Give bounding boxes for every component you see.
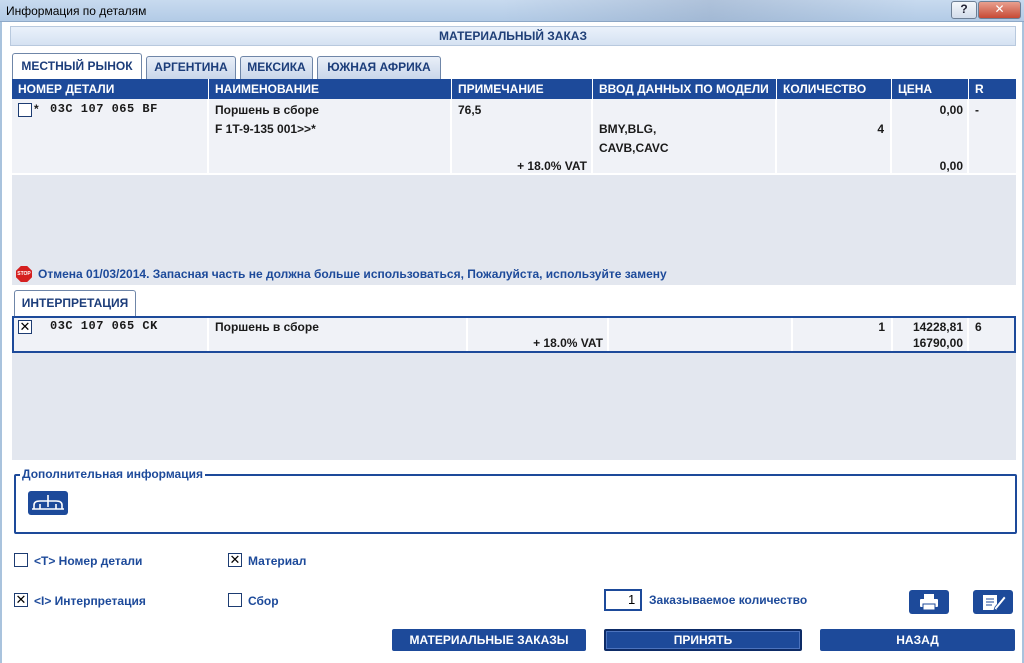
cell-model-data: BMY,BLG, CAVB,CAVC bbox=[593, 99, 777, 175]
help-button[interactable]: ? bbox=[951, 1, 977, 19]
warning-text: Отмена 01/03/2014. Запасная часть не дол… bbox=[38, 267, 667, 281]
cell-part-number: ✕ 03C 107 065 CK bbox=[14, 318, 209, 351]
cell-part-number: * 03C 107 065 BF bbox=[12, 99, 209, 175]
additional-info-group: Дополнительная информация bbox=[14, 467, 1017, 534]
replacement-r: 6 bbox=[975, 320, 982, 334]
accept-button[interactable]: ПРИНЯТЬ bbox=[604, 629, 802, 651]
additional-info-label: Дополнительная информация bbox=[20, 467, 205, 481]
table-row[interactable]: ✕ 03C 107 065 CK Поршень в сборе + 18.0%… bbox=[12, 316, 1016, 353]
replacement-quantity: 1 bbox=[878, 320, 885, 334]
part-number: 03C 107 065 BF bbox=[50, 102, 158, 116]
model-codes-1: BMY,BLG, bbox=[599, 122, 657, 136]
printer-icon bbox=[920, 594, 938, 611]
order-quantity-label: Заказываемое количество bbox=[649, 593, 808, 607]
col-part-number[interactable]: НОМЕР ДЕТАЛИ bbox=[12, 79, 209, 99]
order-quantity-input[interactable]: 1 bbox=[604, 589, 642, 611]
col-quantity[interactable]: КОЛИЧЕСТВО bbox=[777, 79, 892, 99]
col-model-data[interactable]: ВВОД ДАННЫХ ПО МОДЕЛИ bbox=[593, 79, 777, 99]
part-number-checkbox[interactable] bbox=[14, 553, 28, 567]
interpretation-checkbox[interactable]: ✕ bbox=[14, 593, 28, 607]
table-row[interactable]: * 03C 107 065 BF Поршень в сборе F 1T-9-… bbox=[12, 99, 1016, 175]
model-codes-2: CAVB,CAVC bbox=[599, 141, 669, 155]
part-name-code: F 1T-9-135 001>>* bbox=[215, 122, 316, 136]
row-checkbox[interactable] bbox=[18, 103, 32, 117]
titlebar-background-blur bbox=[500, 0, 920, 22]
replacement-price-vat: 16790,00 bbox=[912, 336, 963, 350]
col-note[interactable]: ПРИМЕЧАНИЕ bbox=[452, 79, 593, 99]
quantity-value: 4 bbox=[877, 122, 884, 136]
tab-south-africa[interactable]: ЮЖНАЯ АФРИКА bbox=[317, 56, 441, 79]
cancellation-warning: STOP Отмена 01/03/2014. Запасная часть н… bbox=[14, 266, 1014, 284]
window-title: Информация по деталям bbox=[6, 4, 147, 18]
cell-price: 14228,81 16790,00 bbox=[893, 318, 969, 351]
window-titlebar: Информация по деталям ? ✕ bbox=[0, 0, 1024, 22]
material-orders-button[interactable]: МАТЕРИАЛЬНЫЕ ЗАКАЗЫ bbox=[392, 629, 586, 651]
interpretation-table: ✕ 03C 107 065 CK Поршень в сборе + 18.0%… bbox=[12, 316, 1016, 460]
cell-name: Поршень в сборе bbox=[209, 318, 468, 351]
replacement-part-number: 03C 107 065 CK bbox=[50, 319, 158, 333]
tab-mexico[interactable]: МЕКСИКА bbox=[240, 56, 313, 79]
cell-note: + 18.0% VAT bbox=[468, 318, 609, 351]
tab-argentina[interactable]: АРГЕНТИНА bbox=[146, 56, 236, 79]
dialog-body: МАТЕРИАЛЬНЫЙ ЗАКАЗ МЕСТНЫЙ РЫНОК АРГЕНТИ… bbox=[0, 22, 1024, 663]
part-name: Поршень в сборе bbox=[215, 103, 319, 117]
section-header: МАТЕРИАЛЬНЫЙ ЗАКАЗ bbox=[10, 26, 1016, 46]
material-checkbox[interactable]: ✕ bbox=[228, 553, 242, 567]
tab-local-market[interactable]: МЕСТНЫЙ РЫНОК bbox=[12, 53, 142, 79]
material-option-label: Материал bbox=[248, 554, 307, 568]
edit-document-icon bbox=[983, 595, 1007, 611]
assembly-checkbox[interactable] bbox=[228, 593, 242, 607]
vat-label: + 18.0% VAT bbox=[517, 159, 587, 173]
print-button[interactable] bbox=[909, 590, 949, 614]
part-note: 76,5 bbox=[458, 103, 482, 117]
row-marker: * bbox=[34, 102, 39, 116]
replacement-price: 14228,81 bbox=[912, 320, 963, 334]
interpretation-option-label: <I> Интерпретация bbox=[34, 594, 146, 608]
assembly-option-label: Сбор bbox=[248, 594, 279, 608]
vat-label: + 18.0% VAT bbox=[533, 336, 603, 350]
assembly-icon bbox=[32, 495, 64, 510]
edit-notes-button[interactable] bbox=[973, 590, 1013, 614]
cell-r: - bbox=[969, 99, 1016, 175]
assembly-view-button[interactable] bbox=[28, 491, 68, 515]
tab-interpretation[interactable]: ИНТЕРПРЕТАЦИЯ bbox=[14, 290, 136, 316]
part-number-option-label: <T> Номер детали bbox=[34, 554, 143, 568]
col-price[interactable]: ЦЕНА bbox=[892, 79, 969, 99]
replacement-name: Поршень в сборе bbox=[215, 320, 319, 334]
parts-table-body: * 03C 107 065 BF Поршень в сборе F 1T-9-… bbox=[12, 99, 1016, 285]
parts-table-header: НОМЕР ДЕТАЛИ НАИМЕНОВАНИЕ ПРИМЕЧАНИЕ ВВО… bbox=[12, 79, 1016, 99]
price-value: 0,00 bbox=[939, 103, 963, 117]
row-checkbox-checked[interactable]: ✕ bbox=[18, 320, 32, 334]
cell-price: 0,00 0,00 bbox=[892, 99, 969, 175]
cell-note: 76,5 + 18.0% VAT bbox=[452, 99, 593, 175]
cell-quantity: 4 bbox=[777, 99, 892, 175]
back-button[interactable]: НАЗАД bbox=[820, 629, 1015, 651]
cell-model-data bbox=[609, 318, 793, 351]
stop-icon: STOP bbox=[16, 266, 32, 282]
price-vat-value: 0,00 bbox=[939, 159, 963, 173]
col-name[interactable]: НАИМЕНОВАНИЕ bbox=[209, 79, 452, 99]
col-r[interactable]: R bbox=[969, 79, 1016, 99]
cell-r: 6 bbox=[969, 318, 1014, 351]
r-value: - bbox=[975, 103, 979, 117]
cell-name: Поршень в сборе F 1T-9-135 001>>* bbox=[209, 99, 452, 175]
close-button[interactable]: ✕ bbox=[978, 1, 1021, 19]
cell-quantity: 1 bbox=[793, 318, 893, 351]
